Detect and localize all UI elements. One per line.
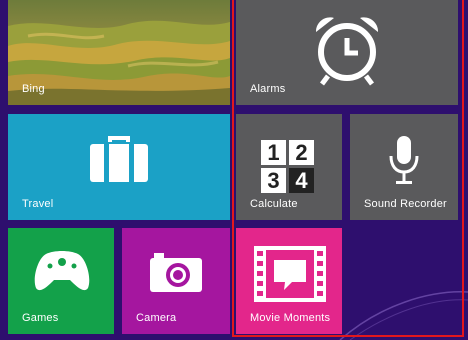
xbox-controller-icon (34, 251, 90, 291)
travel-label: Travel (22, 198, 54, 210)
camera-icon (150, 253, 202, 292)
bing-tile[interactable]: Bing (8, 0, 230, 105)
calc-digit-1: 1 (261, 140, 286, 165)
microphone-icon (389, 136, 419, 184)
calc-digit-2: 2 (289, 140, 314, 165)
calc-digit-3: 3 (261, 168, 286, 193)
movie-moments-tile[interactable]: Movie Moments (236, 228, 342, 334)
film-speech-bubble-icon (254, 246, 326, 302)
briefcase-icon (90, 136, 148, 182)
alarm-clock-icon (315, 17, 379, 86)
calculator-tile[interactable]: 1 2 3 4 Calculate (236, 114, 342, 220)
alarms-label: Alarms (250, 83, 286, 95)
games-tile[interactable]: Games (8, 228, 114, 334)
camera-tile[interactable]: Camera (122, 228, 230, 334)
calc-digit-4: 4 (289, 168, 314, 193)
calculator-icon: 1 2 3 4 (261, 140, 315, 194)
bing-label: Bing (22, 83, 45, 95)
sound-recorder-tile[interactable]: Sound Recorder (350, 114, 458, 220)
alarms-tile[interactable]: Alarms (236, 0, 458, 105)
calculator-label: Calculate (250, 198, 298, 210)
sound-recorder-label: Sound Recorder (364, 198, 447, 210)
travel-tile[interactable]: Travel (8, 114, 230, 220)
camera-label: Camera (136, 312, 177, 324)
games-label: Games (22, 312, 59, 324)
movie-moments-label: Movie Moments (250, 312, 331, 324)
